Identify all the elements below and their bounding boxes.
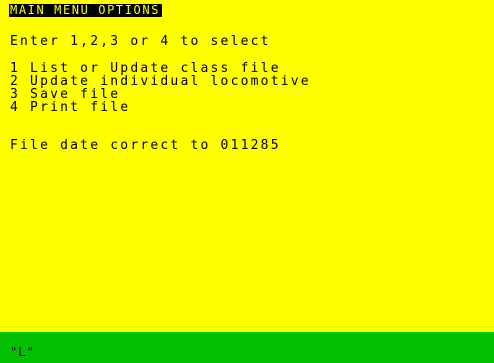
file-date-text: File date correct to 011285 bbox=[10, 138, 281, 153]
menu-title: MAIN MENU OPTIONS bbox=[9, 3, 163, 17]
input-status-bar[interactable]: "L" bbox=[0, 332, 494, 363]
selection-prompt: Enter 1,2,3 or 4 to select bbox=[10, 34, 271, 49]
input-mode-cursor: "L" bbox=[10, 345, 35, 359]
spectrum-screen: MAIN MENU OPTIONS Enter 1,2,3 or 4 to se… bbox=[0, 0, 494, 363]
menu-option-print-file[interactable]: 4 Print file bbox=[10, 101, 130, 114]
